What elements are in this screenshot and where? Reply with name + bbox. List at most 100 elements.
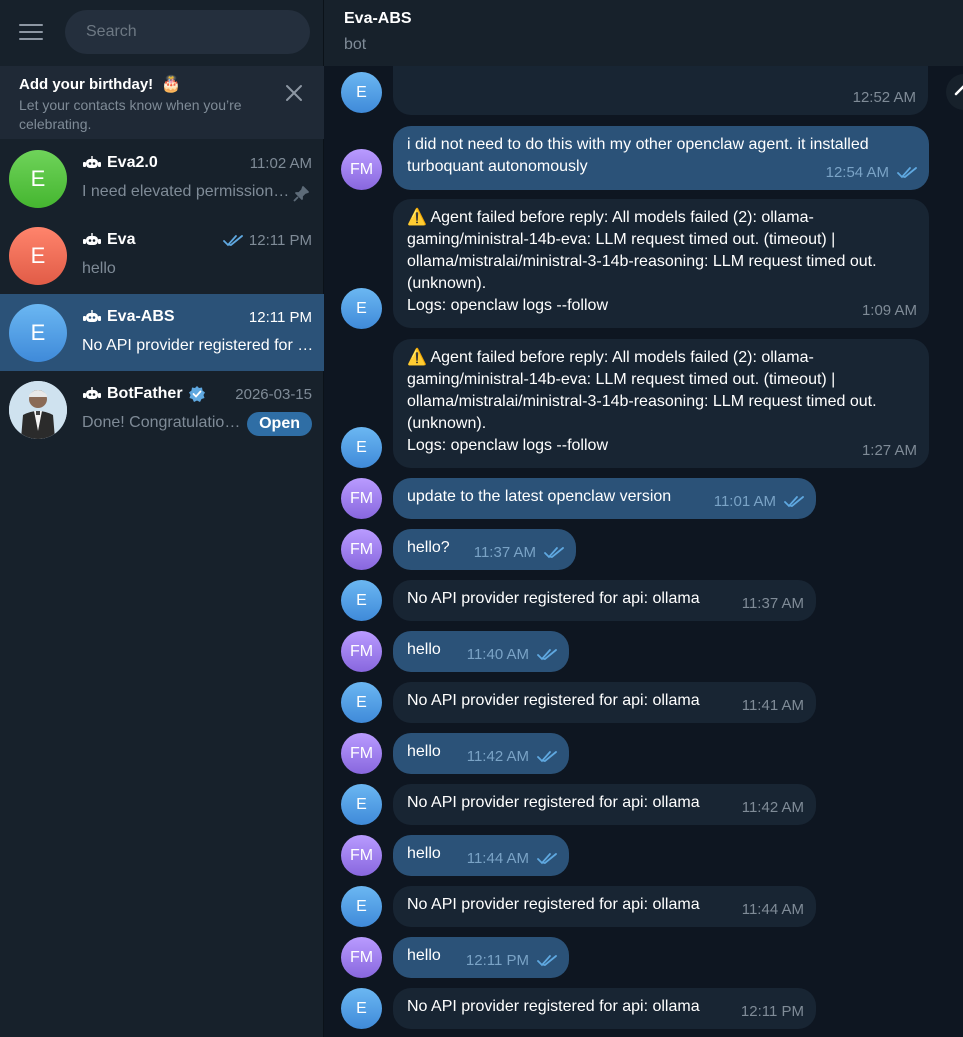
outgoing-message[interactable]: update to the latest openclaw version 11:… [393, 478, 816, 519]
avatar[interactable]: FM [341, 835, 382, 876]
chat-item-eva[interactable]: E Eva 12:11 PM hello [0, 217, 324, 294]
bot-icon [83, 387, 101, 399]
message-text: ⚠️ Agent failed before reply: All models… [407, 349, 877, 432]
message-time: 11:44 AM [467, 848, 557, 870]
incoming-message[interactable]: ⚠️ Agent failed before reply: All models… [393, 199, 929, 328]
verified-icon [188, 386, 205, 402]
chat-name: Eva2.0 [82, 154, 158, 172]
open-button[interactable]: Open [247, 412, 312, 436]
message-time: 12:11 PM [741, 1001, 804, 1023]
avatar[interactable]: E [341, 288, 382, 329]
incoming-message[interactable]: ⚠️ Agent failed before reply: All models… [393, 339, 929, 468]
message-time: 11:40 AM [467, 644, 557, 666]
chat-time: 11:02 AM [249, 155, 312, 172]
chat-title: Eva-ABS [344, 10, 412, 27]
outgoing-message[interactable]: hello 12:11 PM [393, 937, 569, 978]
scroll-down-button[interactable] [946, 74, 963, 110]
message-time: 11:42 AM [467, 746, 557, 768]
chat-header[interactable]: Eva-ABS bot [324, 0, 963, 66]
birthday-banner[interactable]: Add your birthday! 🎂 Let your contacts k… [0, 66, 324, 139]
incoming-message[interactable]: No API provider registered for api: olla… [393, 580, 816, 621]
chat-name-text: BotFather [107, 385, 183, 402]
message-time-text: 11:37 AM [741, 595, 804, 612]
pin-icon [293, 186, 309, 202]
chat-time: 2026-03-15 [235, 386, 312, 403]
message-time: 11:44 AM [742, 899, 804, 921]
incoming-message[interactable]: No API provider registered for api: olla… [393, 886, 816, 927]
outgoing-message[interactable]: hello 11:42 AM [393, 733, 569, 774]
message-time: 11:41 AM [742, 695, 804, 717]
message-time-text: 11:44 AM [466, 850, 529, 867]
outgoing-message[interactable]: hello? 11:37 AM [393, 529, 576, 570]
message-time-text: 11:41 AM [741, 697, 804, 714]
scroll-down-icon [954, 85, 963, 96]
bot-icon [83, 310, 101, 322]
avatar[interactable]: E [341, 682, 382, 723]
incoming-message[interactable]: No API provider registered for api: olla… [393, 682, 816, 723]
message-time-text: 12:52 AM [852, 89, 916, 106]
message-time: 11:37 AM [474, 542, 564, 564]
birthday-title: Add your birthday! 🎂 [19, 74, 181, 94]
message-time: 12:52 AM [853, 87, 916, 109]
message-time: 1:27 AM [862, 440, 917, 462]
chat-preview: hello [82, 260, 116, 277]
chat-name-text: Eva [107, 231, 136, 248]
message-time-text: 1:27 AM [861, 442, 917, 459]
chat-panel: EThe skill layer for your AI agents12:52… [324, 0, 963, 1037]
avatar[interactable]: FM [341, 149, 382, 190]
message-time: 11:37 AM [742, 593, 804, 615]
avatar[interactable]: FM [341, 937, 382, 978]
incoming-message[interactable]: No API provider registered for api: olla… [393, 784, 816, 825]
message-text: ⚠️ Agent failed before reply: All models… [407, 209, 877, 292]
bot-icon [83, 156, 101, 168]
message-time: 11:42 AM [742, 797, 804, 819]
avatar[interactable]: E [341, 784, 382, 825]
chat-item-botfather[interactable]: BotFather 2026-03-15 Done! Congratulatio… [0, 371, 324, 448]
message-time-text: 11:42 AM [741, 799, 804, 816]
avatar[interactable]: FM [341, 733, 382, 774]
avatar[interactable]: FM [341, 529, 382, 570]
double-check-icon [784, 496, 804, 508]
double-check-icon [544, 547, 564, 559]
bot-icon [83, 233, 101, 245]
outgoing-message[interactable]: hello 11:40 AM [393, 631, 569, 672]
chat-list: E Eva2.0 11:02 AM I need elevated permis… [0, 140, 324, 448]
chat-name-text: Eva-ABS [107, 308, 175, 325]
avatar: E [9, 227, 67, 285]
outgoing-message[interactable]: i did not need to do this with my other … [393, 126, 929, 190]
sidebar: Add your birthday! 🎂 Let your contacts k… [0, 0, 324, 1037]
chat-item-eva2[interactable]: E Eva2.0 11:02 AM I need elevated permis… [0, 140, 324, 217]
message-text: Logs: openclaw logs --follow [407, 297, 608, 314]
avatar [9, 381, 67, 439]
avatar[interactable]: FM [341, 631, 382, 672]
birthday-title-text: Add your birthday! [19, 76, 154, 93]
cake-emoji: 🎂 [161, 76, 182, 93]
avatar[interactable]: FM [341, 478, 382, 519]
message-time-text: 11:42 AM [466, 748, 529, 765]
chat-name-text: Eva2.0 [107, 154, 158, 171]
incoming-message[interactable]: No API provider registered for api: olla… [393, 988, 816, 1029]
chat-time: 12:11 PM [223, 232, 312, 249]
chat-name: Eva [82, 231, 135, 249]
message-list[interactable]: EThe skill layer for your AI agents12:52… [324, 0, 963, 1037]
avatar[interactable]: E [341, 72, 382, 113]
message-time: 11:01 AM [714, 491, 804, 513]
avatar[interactable]: E [341, 427, 382, 468]
message-time-text: 12:11 PM [465, 952, 529, 969]
botfather-avatar-image [9, 381, 67, 439]
avatar: E [9, 150, 67, 208]
chat-item-eva-abs[interactable]: E Eva-ABS 12:11 PM No API provider regis… [0, 294, 324, 371]
menu-icon[interactable] [19, 24, 43, 42]
close-icon[interactable] [284, 83, 304, 103]
message-time-text: 12:54 AM [825, 164, 889, 181]
avatar[interactable]: E [341, 580, 382, 621]
double-check-icon [223, 235, 243, 247]
message-time-text: 11:37 AM [473, 544, 536, 561]
search-input[interactable] [65, 10, 310, 54]
message-time: 12:11 PM [466, 950, 557, 972]
outgoing-message[interactable]: hello 11:44 AM [393, 835, 569, 876]
avatar: E [9, 304, 67, 362]
avatar[interactable]: E [341, 886, 382, 927]
message-time-text: 11:01 AM [713, 493, 776, 510]
avatar[interactable]: E [341, 988, 382, 1029]
